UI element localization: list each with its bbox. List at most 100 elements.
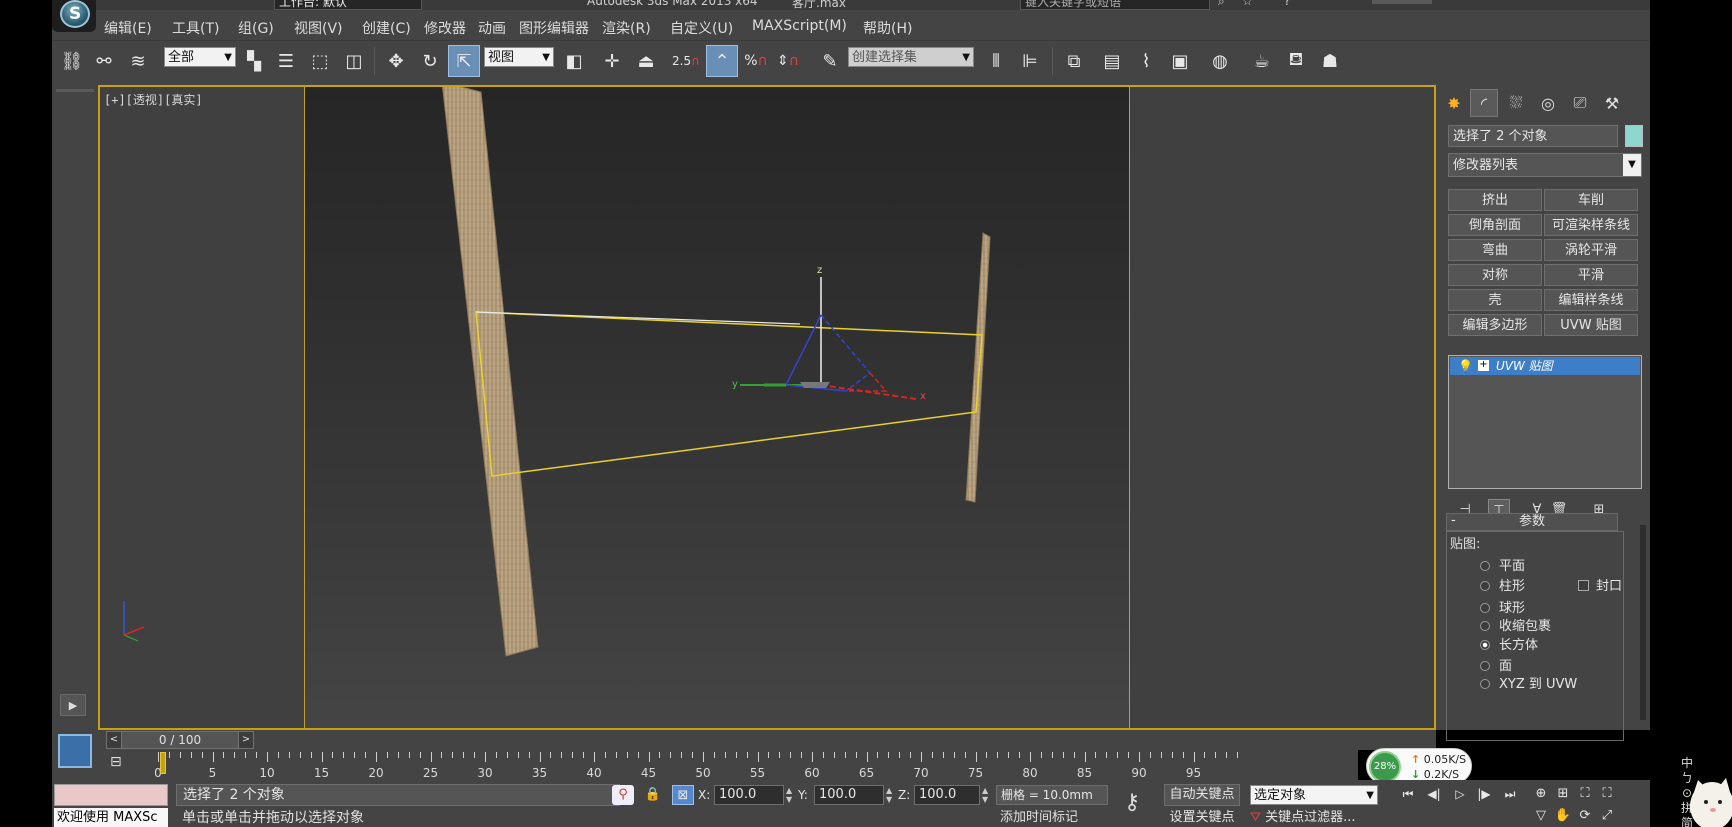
modifier-stack[interactable]: 💡 + UVW 贴图 xyxy=(1448,355,1642,489)
key-icon[interactable]: ⚷ xyxy=(1124,790,1140,815)
next-frame-icon[interactable]: |▶ xyxy=(1472,784,1496,804)
y-coordinate-field[interactable]: 100.0 xyxy=(814,785,884,805)
viewport-label[interactable]: [+][透视][真实] xyxy=(104,91,203,108)
mapping-option-xyz-to-uvw[interactable]: XYZ 到 UVW xyxy=(1480,673,1577,692)
zoom-extents-icon[interactable]: ⛶ xyxy=(1574,784,1596,804)
selection-name-field[interactable]: 选择了 2 个对象 xyxy=(1448,125,1618,147)
y-spinner[interactable]: ▲ ▼ xyxy=(886,786,894,804)
scene-explorer-icon[interactable]: ▤ xyxy=(1096,45,1128,77)
pan-view-icon[interactable]: ✋ xyxy=(1552,806,1574,826)
hierarchy-tab-icon[interactable]: ⛆ xyxy=(1502,89,1530,117)
app-logo[interactable]: S xyxy=(52,0,96,32)
menu-views[interactable]: 视图(V) xyxy=(294,18,343,38)
isolate-selection-icon[interactable]: ⚲ xyxy=(612,785,634,805)
edit-named-selection-icon[interactable]: ✎ xyxy=(814,45,846,77)
go-to-end-icon[interactable]: ⏭ xyxy=(1498,784,1522,804)
window-controls[interactable] xyxy=(1372,0,1432,4)
link-icon[interactable]: ⛓ xyxy=(56,45,88,77)
star-icon[interactable]: ☆ xyxy=(1242,0,1253,8)
pivot-center-icon[interactable]: ◧ xyxy=(558,45,590,77)
perspective-viewport[interactable]: z x y [+][透视][真实] xyxy=(98,85,1436,730)
select-move-icon[interactable]: ✥ xyxy=(380,45,412,77)
scale-gizmo[interactable] xyxy=(740,277,917,400)
key-filters-button[interactable]: ⛛ 关键点过滤器... xyxy=(1250,808,1380,827)
modifier-button-turbosmooth[interactable]: 涡轮平滑 xyxy=(1544,239,1638,261)
mapping-option-planar[interactable]: 平面 xyxy=(1480,555,1525,574)
modifier-button-renderable-spline[interactable]: 可渲染样条线 xyxy=(1544,214,1638,236)
menu-modifiers[interactable]: 修改器 xyxy=(424,18,466,38)
rendered-frame-icon[interactable]: ⛾ xyxy=(1280,45,1312,77)
keyboard-shortcut-icon[interactable]: ⏏ xyxy=(630,45,662,77)
select-scale-icon[interactable]: ⇱ xyxy=(448,45,480,77)
stack-item-uvw-map[interactable]: 💡 + UVW 贴图 xyxy=(1450,357,1640,375)
help-icon[interactable]: ? xyxy=(1284,0,1290,8)
menu-animation[interactable]: 动画 xyxy=(478,18,506,38)
percent-snap-icon[interactable]: % ∩ xyxy=(740,45,772,77)
bind-space-warp-icon[interactable]: ≋ xyxy=(122,45,154,77)
next-frame-button[interactable]: > xyxy=(238,731,254,749)
key-target-dropdown[interactable]: 选定对象 ▼ xyxy=(1250,785,1378,805)
search-icon[interactable]: ⌕ xyxy=(1218,0,1225,9)
select-object-icon[interactable]: ▚ xyxy=(238,45,270,77)
play-animation-icon[interactable]: ▷ xyxy=(1448,784,1472,804)
named-selection-dropdown[interactable]: 创建选择集 ▼ xyxy=(848,47,974,67)
maximize-viewport-icon[interactable]: ⤢ xyxy=(1596,806,1618,826)
object-color-swatch[interactable] xyxy=(1625,125,1643,147)
modifier-button-uvw-map[interactable]: UVW 贴图 xyxy=(1544,314,1638,336)
selection-lock-icon[interactable]: 🔒 xyxy=(642,785,664,805)
time-slider-thumb[interactable]: < 0 / 100 > xyxy=(106,731,254,749)
absolute-mode-icon[interactable]: ⊠ xyxy=(672,785,694,805)
cap-checkbox[interactable]: 封口 xyxy=(1578,575,1622,594)
menu-maxscript[interactable]: MAXScript(M) xyxy=(752,18,847,34)
parameters-rollout-header[interactable]: - 参数 xyxy=(1446,513,1618,531)
workspace-selector[interactable]: 工作台: 默认 xyxy=(274,0,422,10)
render-setup-icon[interactable]: ☕ xyxy=(1246,45,1278,77)
modifier-list-dropdown[interactable]: 修改器列表 ▼ xyxy=(1448,153,1642,177)
search-input[interactable]: 键入关键字或短语 xyxy=(1020,0,1210,10)
lightbulb-icon[interactable]: 💡 xyxy=(1458,357,1473,375)
menu-graph-editors[interactable]: 图形编辑器 xyxy=(519,18,589,38)
viewport-thumbnail-icon[interactable] xyxy=(58,734,92,768)
mapping-option-box[interactable]: 长方体 xyxy=(1480,634,1538,653)
panel-scrollbar[interactable] xyxy=(1640,525,1646,720)
create-tab-icon[interactable]: ✸ xyxy=(1440,89,1468,117)
align-icon[interactable]: ⊫ xyxy=(1014,45,1046,77)
orbit-icon[interactable]: ⟳ xyxy=(1574,806,1596,826)
modifier-button-bevel-profile[interactable]: 倒角剖面 xyxy=(1448,214,1542,236)
z-spinner[interactable]: ▲ ▼ xyxy=(982,786,990,804)
render-production-icon[interactable]: ☗ xyxy=(1314,45,1346,77)
material-editor-icon[interactable]: ◍ xyxy=(1204,45,1236,77)
mapping-option-shrink-wrap[interactable]: 收缩包裹 xyxy=(1480,615,1551,634)
expand-icon[interactable]: + xyxy=(1478,360,1489,371)
modifier-button-edit-spline[interactable]: 编辑样条线 xyxy=(1544,289,1638,311)
previous-frame-icon[interactable]: ◀| xyxy=(1422,784,1446,804)
select-by-name-icon[interactable]: ☰ xyxy=(270,45,302,77)
modifier-button-smooth[interactable]: 平滑 xyxy=(1544,264,1638,286)
modify-tab-icon[interactable]: ◜ xyxy=(1470,89,1498,117)
go-to-start-icon[interactable]: ⏮ xyxy=(1396,784,1420,804)
select-manipulate-icon[interactable]: ✛ xyxy=(596,45,628,77)
current-frame-marker[interactable] xyxy=(160,752,166,774)
menu-customize[interactable]: 自定义(U) xyxy=(670,18,733,38)
auto-key-button[interactable]: 自动关键点 xyxy=(1164,784,1240,806)
menu-edit[interactable]: 编辑(E) xyxy=(104,18,152,38)
schematic-view-icon[interactable]: ▣ xyxy=(1164,45,1196,77)
frame-ruler[interactable]: 0 5 10 15 20 25 30 35 40 45 50 55 60 65 70 75 80 85 90 95 xyxy=(154,752,1358,780)
modifier-button-lathe[interactable]: 车削 xyxy=(1544,189,1638,211)
wood-board-left[interactable] xyxy=(442,87,539,657)
mapping-option-cylindrical[interactable]: 柱形 xyxy=(1480,575,1525,594)
menu-group[interactable]: 组(G) xyxy=(238,18,274,38)
window-crossing-icon[interactable]: ◫ xyxy=(338,45,370,77)
prev-frame-button[interactable]: < xyxy=(106,731,122,749)
modifier-button-symmetry[interactable]: 对称 xyxy=(1448,264,1542,286)
reference-coord-dropdown[interactable]: 视图 ▼ xyxy=(484,47,554,67)
time-slider[interactable]: < 0 / 100 > xyxy=(98,730,1436,750)
add-time-tag[interactable]: 添加时间标记 xyxy=(996,808,1108,827)
unlink-icon[interactable]: ⚯ xyxy=(88,45,120,77)
maxscript-welcome[interactable]: 欢迎使用 MAXSc xyxy=(54,808,168,827)
wood-board-right[interactable] xyxy=(965,232,991,503)
modifier-button-bend[interactable]: 弯曲 xyxy=(1448,239,1542,261)
mapping-option-spherical[interactable]: 球形 xyxy=(1480,597,1525,616)
spinner-snap-icon[interactable]: ⇕ ∩ xyxy=(772,45,804,77)
x-coordinate-field[interactable]: 100.0 xyxy=(714,785,784,805)
